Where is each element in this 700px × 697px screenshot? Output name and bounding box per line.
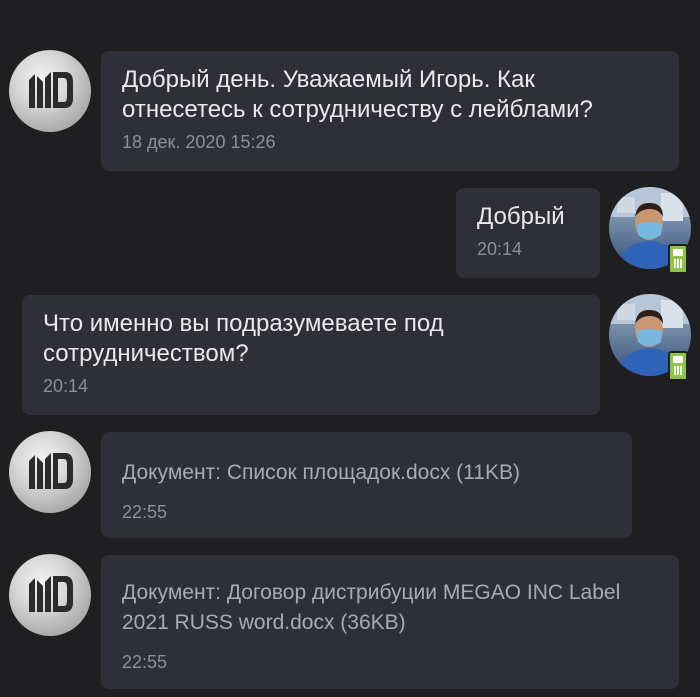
- message-timestamp: 20:14: [43, 376, 89, 396]
- md-logo-icon: [29, 72, 73, 108]
- sender-avatar[interactable]: [9, 50, 91, 132]
- mobile-status-icon: [668, 351, 688, 381]
- md-logo-icon: [29, 453, 73, 489]
- message-timestamp: 22:55: [122, 652, 168, 672]
- sender-avatar[interactable]: [9, 554, 91, 636]
- message-timestamp: 18 дек. 2020 15:26: [122, 132, 276, 152]
- document-attachment-link[interactable]: Документ: Договор дистрибуции MEGAO INC …: [122, 578, 659, 638]
- message-bubble-outgoing[interactable]: Что именно вы подразумеваете под сотрудн…: [22, 295, 600, 415]
- md-logo-icon: [29, 576, 73, 612]
- message-text: Добрый: [477, 203, 565, 230]
- document-message[interactable]: Документ: Договор дистрибуции MEGAO INC …: [101, 555, 679, 689]
- mobile-status-icon: [668, 244, 688, 274]
- sender-avatar[interactable]: [9, 431, 91, 513]
- message-bubble-outgoing[interactable]: Добрый 20:14: [456, 188, 600, 278]
- message-text: Добрый день. Уважаемый Игорь. Как отнесе…: [122, 66, 593, 123]
- document-message[interactable]: Документ: Список площадок.docx (11KB) 22…: [101, 432, 632, 538]
- message-timestamp: 22:55: [122, 502, 168, 522]
- message-text: Что именно вы подразумеваете под сотрудн…: [43, 310, 451, 367]
- message-timestamp: 20:14: [477, 239, 523, 259]
- message-bubble-incoming[interactable]: Добрый день. Уважаемый Игорь. Как отнесе…: [101, 51, 679, 171]
- document-attachment-link[interactable]: Документ: Список площадок.docx (11KB): [122, 458, 612, 488]
